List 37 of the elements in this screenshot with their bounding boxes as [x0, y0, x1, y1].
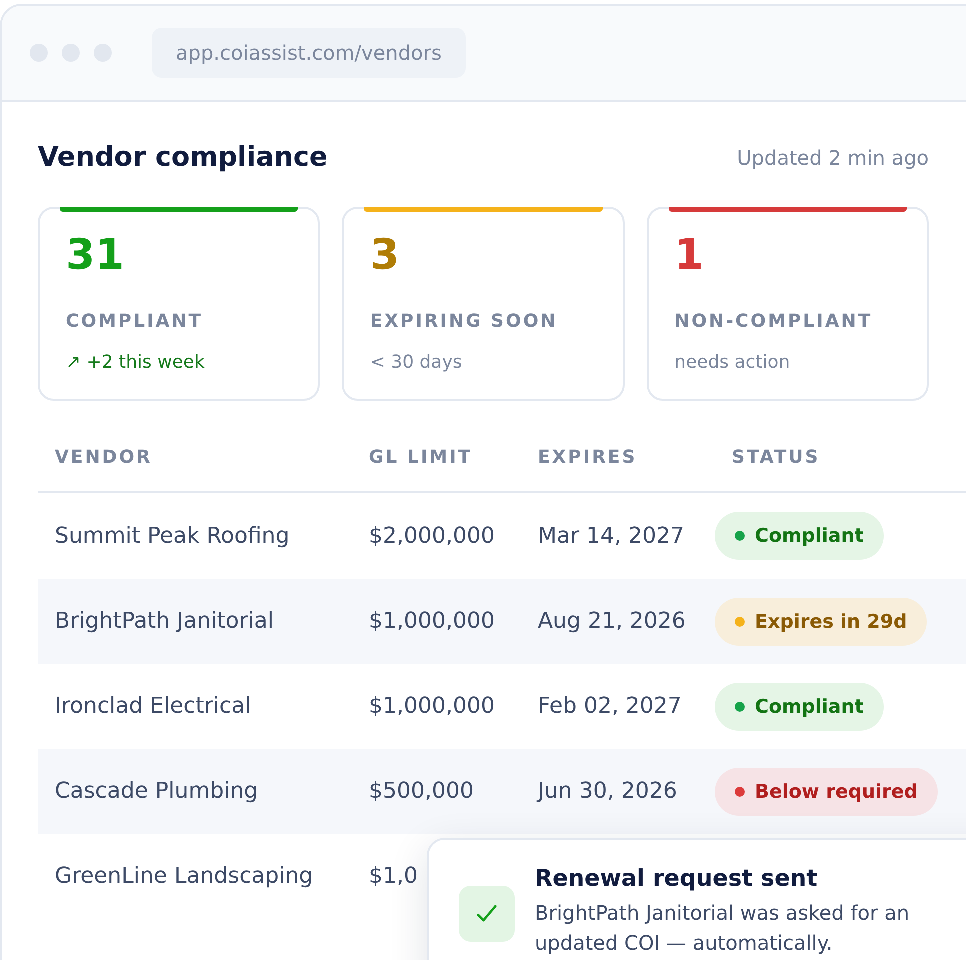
toast-title: Renewal request sent [535, 866, 819, 892]
table-cell-text: $2,000,000 [368, 524, 496, 548]
table-cell-text: $1,000,000 [368, 609, 496, 634]
table-cell-text: BrightPath Janitorial [54, 609, 275, 634]
status-label: Below required [755, 780, 918, 802]
stat-value: 3 [370, 229, 401, 281]
table-cell-text: $500,000 [368, 779, 475, 804]
stat-label: COMPLIANT [66, 311, 204, 332]
check-icon [459, 886, 515, 942]
table-cell-text: Mar 14, 2027 [537, 524, 686, 548]
status-label: Compliant [755, 525, 864, 547]
stat-label: EXPIRING SOON [370, 311, 559, 332]
status-label: Compliant [755, 696, 864, 718]
status-label: Expires in 29d [755, 610, 908, 632]
column-header: VENDOR [54, 446, 154, 468]
column-header: GL LIMIT [368, 446, 474, 468]
stat-value: 31 [66, 229, 126, 281]
table-cell-text: Summit Peak Roofing [54, 524, 291, 548]
updated-text: Updated 2 min ago [737, 146, 929, 170]
column-header: EXPIRES [537, 446, 638, 468]
table-cell-text: Aug 21, 2026 [537, 609, 687, 634]
stat-note: needs action [674, 352, 792, 373]
stat-value: 1 [674, 229, 705, 281]
table-cell-text: Feb 02, 2027 [537, 694, 683, 719]
table-cell-text: Ironclad Electrical [54, 694, 252, 719]
stat-label: NON-COMPLIANT [674, 311, 874, 332]
table-cell-text: Jun 30, 2026 [536, 779, 678, 804]
table-cell-text: GreenLine Landscaping [54, 864, 314, 889]
table-cell-text: Cascade Plumbing [54, 779, 260, 804]
page-title: Vendor compliance [38, 142, 328, 173]
stat-note: ↗ +2 this week [66, 352, 206, 373]
url-field[interactable]: app.coiassist.com/vendors [152, 28, 466, 78]
table-cell-text: $1,000,000 [368, 694, 496, 719]
stat-note: < 30 days [370, 352, 464, 373]
toast-message: BrightPath Janitorial was asked for an updated COI — automatically. [535, 900, 911, 957]
table-cell-text: $1,0 [368, 864, 419, 889]
column-header: STATUS [731, 446, 822, 468]
